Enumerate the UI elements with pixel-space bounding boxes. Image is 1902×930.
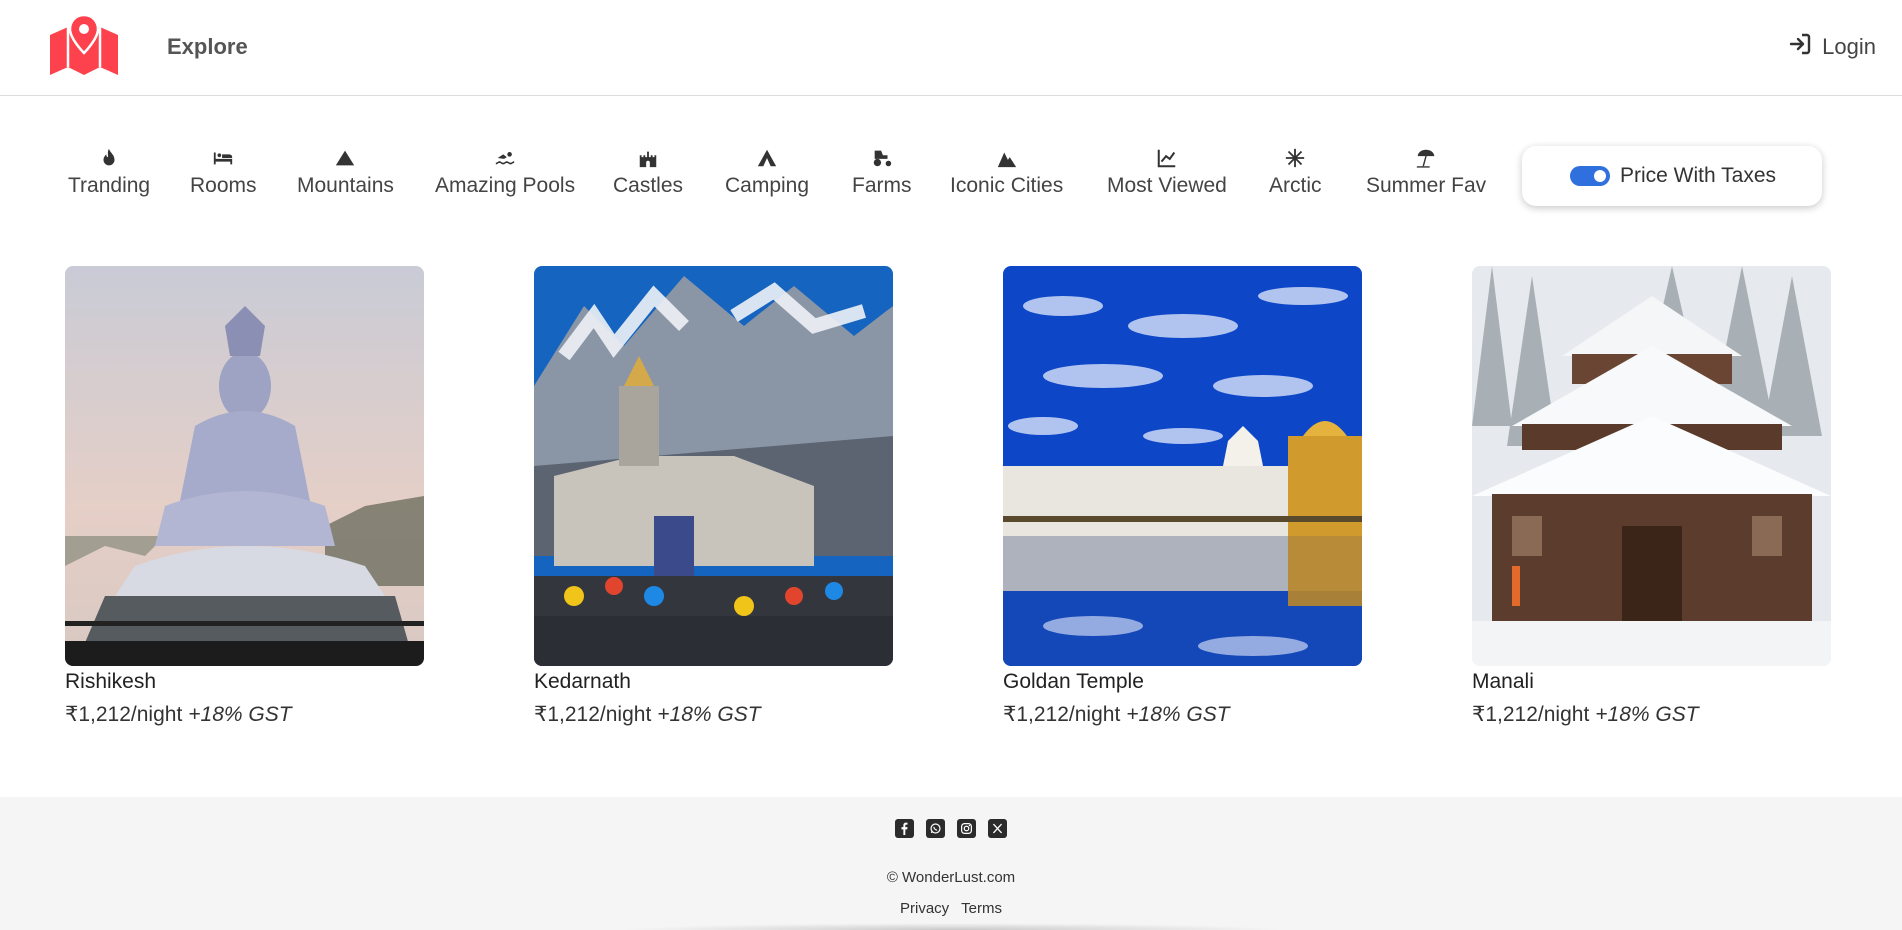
filter-trending[interactable]: Tranding xyxy=(68,146,150,198)
listing-title: Manali xyxy=(1472,670,1534,693)
filter-label: Tranding xyxy=(68,174,151,197)
filter-label: Amazing Pools xyxy=(435,174,576,197)
facebook-icon[interactable] xyxy=(895,819,914,838)
chart-line-icon xyxy=(1155,146,1179,170)
price-value: ₹1,212/night xyxy=(1472,703,1590,726)
map-logo-icon[interactable] xyxy=(48,13,120,77)
terms-link[interactable]: Terms xyxy=(961,900,1002,917)
filter-mountains[interactable]: Mountains xyxy=(297,146,394,198)
filter-camping[interactable]: Camping xyxy=(725,146,809,198)
listing-title: Kedarnath xyxy=(534,670,631,693)
city-icon xyxy=(995,146,1019,170)
price-with-taxes-toggle[interactable]: Price With Taxes xyxy=(1522,146,1822,206)
listing-card[interactable]: Manali ₹1,212/night +18% GST xyxy=(1472,266,1831,727)
listing-image[interactable] xyxy=(534,266,893,666)
listing-price: ₹1,212/night +18% GST xyxy=(65,702,424,727)
filter-arctic[interactable]: Arctic xyxy=(1269,146,1322,198)
listing-card[interactable]: Rishikesh ₹1,212/night +18% GST xyxy=(65,266,424,727)
nav-explore-link[interactable]: Explore xyxy=(167,34,248,60)
filter-summer-fav[interactable]: Summer Fav xyxy=(1366,146,1486,198)
price-value: ₹1,212/night xyxy=(65,703,183,726)
footer-shadow xyxy=(620,923,1285,930)
listing-price: ₹1,212/night +18% GST xyxy=(1003,702,1362,727)
listing-image[interactable] xyxy=(1472,266,1831,666)
listing-card[interactable]: Kedarnath ₹1,212/night +18% GST xyxy=(534,266,893,727)
filter-label: Iconic Cities xyxy=(950,174,1064,197)
login-link[interactable]: Login xyxy=(1788,32,1876,62)
social-links xyxy=(0,819,1902,838)
filter-label: Camping xyxy=(725,174,810,197)
sign-in-icon xyxy=(1788,32,1812,62)
tax-switch[interactable] xyxy=(1570,166,1610,186)
filter-label: Mountains xyxy=(297,174,394,197)
filter-castles[interactable]: Castles xyxy=(613,146,683,198)
filter-most-viewed[interactable]: Most Viewed xyxy=(1107,146,1227,198)
bed-icon xyxy=(211,146,235,170)
snowflake-icon xyxy=(1283,146,1307,170)
listing-title: Rishikesh xyxy=(65,670,157,693)
filter-amazing-pools[interactable]: Amazing Pools xyxy=(435,146,575,198)
listing-price: ₹1,212/night +18% GST xyxy=(534,702,893,727)
tent-icon xyxy=(755,146,779,170)
filter-label: Farms xyxy=(852,174,912,197)
tractor-icon xyxy=(870,146,894,170)
whatsapp-icon[interactable] xyxy=(926,819,945,838)
gst-note: +18% GST xyxy=(1126,703,1230,726)
castle-icon xyxy=(636,146,660,170)
navbar: Explore Login xyxy=(0,0,1902,96)
price-value: ₹1,212/night xyxy=(534,703,652,726)
filter-iconic-cities[interactable]: Iconic Cities xyxy=(950,146,1063,198)
filter-label: Summer Fav xyxy=(1366,174,1487,197)
login-label: Login xyxy=(1822,34,1876,59)
beach-umbrella-icon xyxy=(1414,146,1438,170)
tax-toggle-label: Price With Taxes xyxy=(1620,164,1776,187)
privacy-link[interactable]: Privacy xyxy=(900,900,949,917)
mountain-icon xyxy=(333,146,357,170)
instagram-icon[interactable] xyxy=(957,819,976,838)
footer: © WonderLust.com Privacy Terms xyxy=(0,797,1902,930)
footer-links: Privacy Terms xyxy=(0,900,1902,917)
gst-note: +18% GST xyxy=(188,703,292,726)
filter-label: Arctic xyxy=(1269,174,1322,197)
listing-card[interactable]: Goldan Temple ₹1,212/night +18% GST xyxy=(1003,266,1362,727)
listing-image[interactable] xyxy=(65,266,424,666)
listing-price: ₹1,212/night +18% GST xyxy=(1472,702,1831,727)
listing-image[interactable] xyxy=(1003,266,1362,666)
price-value: ₹1,212/night xyxy=(1003,703,1121,726)
filter-label: Castles xyxy=(613,174,684,197)
filter-label: Rooms xyxy=(190,174,257,197)
fire-icon xyxy=(97,146,121,170)
filter-rooms[interactable]: Rooms xyxy=(190,146,257,198)
copyright-text: © WonderLust.com xyxy=(886,869,1016,886)
listing-title: Goldan Temple xyxy=(1003,670,1144,693)
filter-label: Most Viewed xyxy=(1107,174,1227,197)
gst-note: +18% GST xyxy=(1595,703,1699,726)
gst-note: +18% GST xyxy=(657,703,761,726)
filter-farms[interactable]: Farms xyxy=(852,146,912,198)
swimmer-icon xyxy=(493,146,517,170)
x-twitter-icon[interactable] xyxy=(988,819,1007,838)
